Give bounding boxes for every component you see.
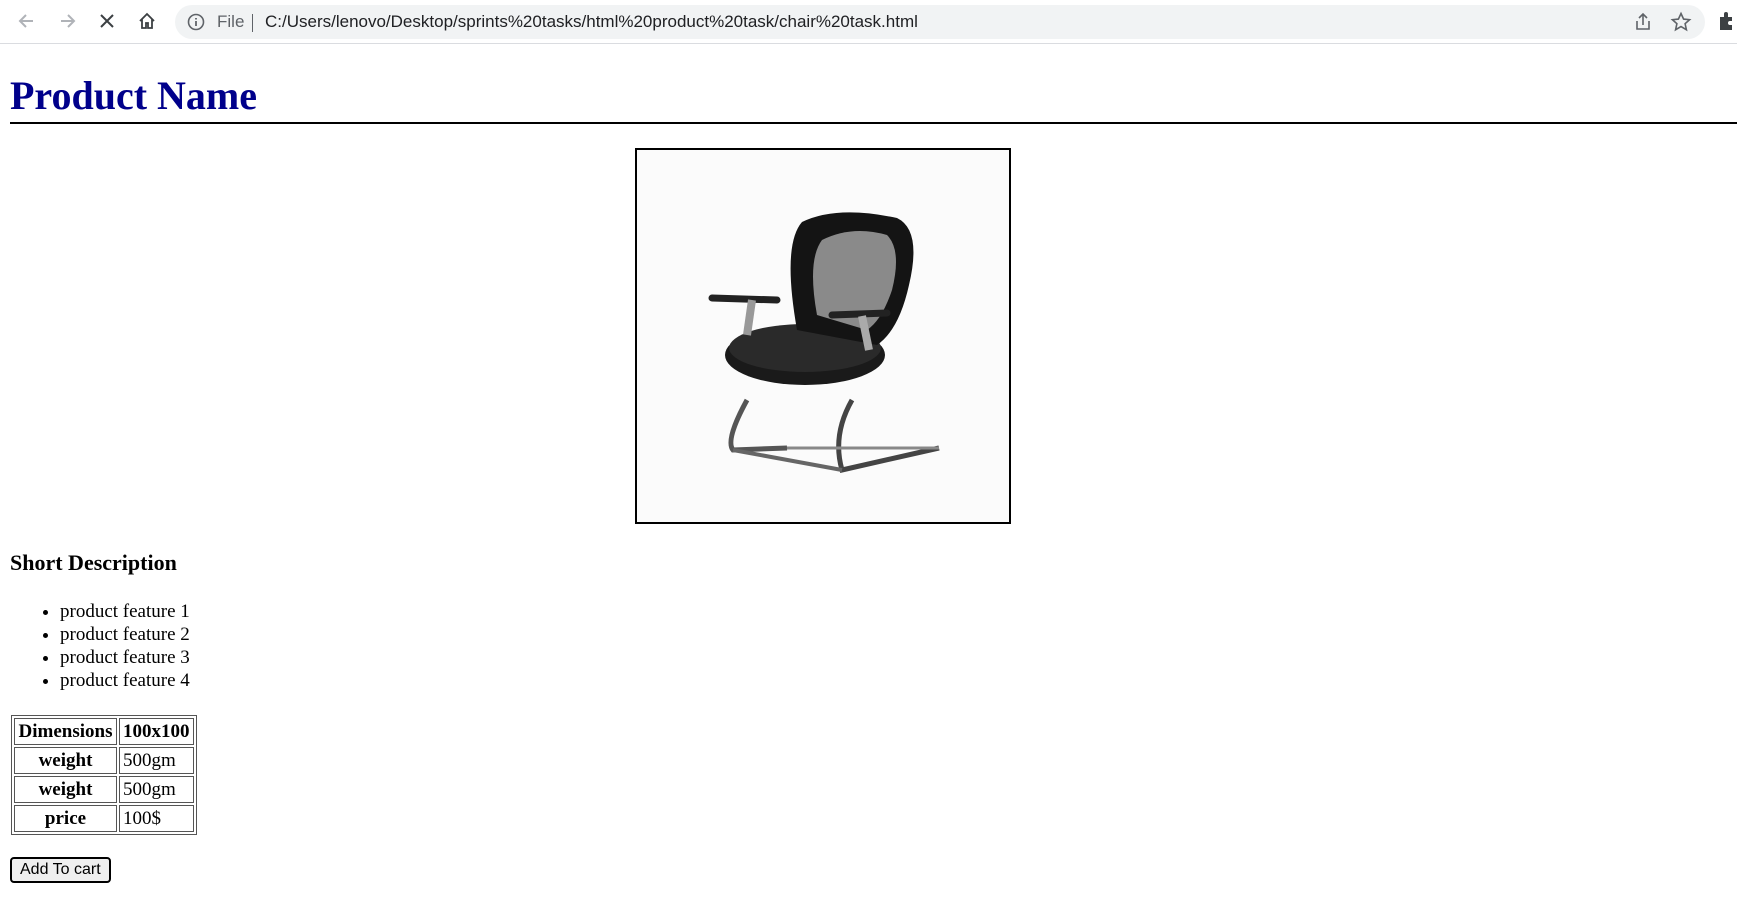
table-row: price 100$ bbox=[14, 805, 194, 832]
file-label: File bbox=[217, 12, 245, 31]
chair-image bbox=[637, 150, 1009, 522]
bookmark-star-icon[interactable] bbox=[1670, 11, 1692, 33]
table-row: weight 500gm bbox=[14, 747, 194, 774]
info-icon[interactable] bbox=[187, 13, 205, 31]
home-icon bbox=[139, 12, 155, 29]
short-description-heading: Short Description bbox=[10, 550, 177, 575]
forward-button[interactable] bbox=[52, 6, 82, 36]
page-title: Product Name bbox=[10, 74, 1737, 124]
arrow-left-icon bbox=[18, 14, 33, 28]
feature-item: product feature 1 bbox=[60, 600, 190, 623]
table-row: weight 500gm bbox=[14, 776, 194, 803]
spec-label: price bbox=[14, 805, 117, 832]
spec-value: 500gm bbox=[119, 747, 194, 774]
spec-label: weight bbox=[14, 776, 117, 803]
url-text[interactable]: C:/Users/lenovo/Desktop/sprints%20tasks/… bbox=[265, 12, 918, 32]
share-icon[interactable] bbox=[1633, 12, 1653, 32]
add-to-cart-button[interactable]: Add To cart bbox=[10, 857, 111, 883]
spec-label: Dimensions bbox=[14, 718, 117, 745]
product-image bbox=[635, 148, 1011, 524]
feature-item: product feature 3 bbox=[60, 646, 190, 669]
page-content: Product Name Short Description product f… bbox=[10, 44, 1737, 883]
divider bbox=[252, 14, 253, 32]
stop-button[interactable] bbox=[92, 6, 122, 36]
browser-toolbar: File C:/Users/lenovo/Desktop/sprints%20t… bbox=[0, 0, 1737, 44]
back-button[interactable] bbox=[12, 6, 42, 36]
home-button[interactable] bbox=[132, 6, 162, 36]
feature-item: product feature 4 bbox=[60, 669, 190, 692]
arrow-right-icon bbox=[61, 14, 76, 28]
feature-item: product feature 2 bbox=[60, 623, 190, 646]
feature-list: product feature 1 product feature 2 prod… bbox=[10, 600, 190, 692]
table-row: Dimensions 100x100 bbox=[14, 718, 194, 745]
spec-value: 100x100 bbox=[119, 718, 194, 745]
spec-value: 500gm bbox=[119, 776, 194, 803]
spec-value: 100$ bbox=[119, 805, 194, 832]
close-icon bbox=[100, 14, 114, 28]
spec-label: weight bbox=[14, 747, 117, 774]
specs-table: Dimensions 100x100 weight 500gm weight 5… bbox=[11, 715, 197, 835]
extensions-icon[interactable] bbox=[1717, 11, 1737, 33]
address-bar[interactable]: File C:/Users/lenovo/Desktop/sprints%20t… bbox=[175, 5, 1705, 39]
